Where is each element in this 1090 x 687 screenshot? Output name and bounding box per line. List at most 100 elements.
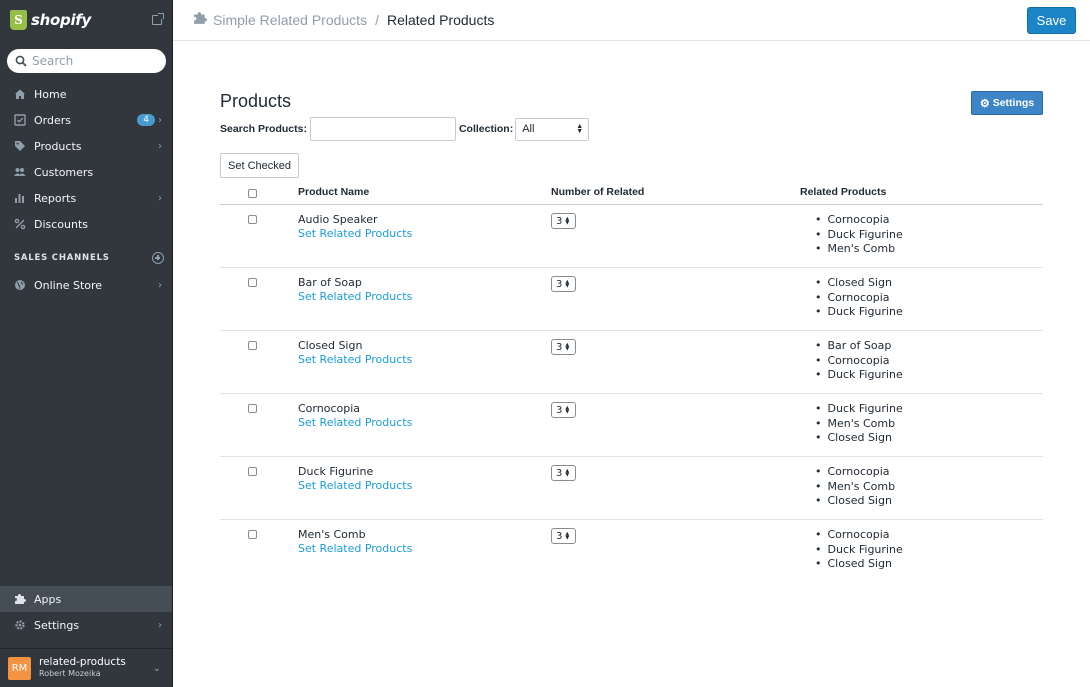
row-checkbox[interactable]: [248, 278, 257, 287]
number-related-value: 3: [556, 530, 563, 542]
column-header: Related Products: [800, 186, 887, 198]
discount-icon: [13, 218, 26, 231]
table-row: Audio Speaker Set Related Products 3 ▲ ▼ …: [220, 205, 1043, 268]
related-products-list: CornocopiaDuck FigurineClosed Sign: [815, 528, 903, 572]
row-checkbox[interactable]: [248, 467, 257, 476]
number-related-select[interactable]: 3 ▲ ▼: [551, 339, 576, 355]
set-related-products-link[interactable]: Set Related Products: [298, 227, 412, 240]
related-product-item: Cornocopia: [815, 465, 895, 480]
related-product-item: Duck Figurine: [815, 543, 903, 558]
related-product-item: Duck Figurine: [815, 305, 903, 320]
related-product-item: Men's Comb: [815, 242, 903, 257]
brand-logo[interactable]: shopify: [31, 11, 91, 29]
save-button[interactable]: Save: [1027, 7, 1076, 34]
nav-item-settings[interactable]: Settings ›: [0, 612, 172, 638]
chevron-down-icon: ⌄: [152, 662, 161, 674]
main-content: Products ⚙ Settings Search Products: Col…: [173, 41, 1090, 687]
related-products-list: Duck FigurineMen's CombClosed Sign: [815, 402, 903, 446]
nav-item-apps[interactable]: Apps: [0, 586, 172, 612]
table-row: Duck Figurine Set Related Products 3 ▲ ▼ …: [220, 457, 1043, 520]
gear-icon: ⚙: [979, 97, 990, 110]
nav-label: Online Store: [34, 278, 103, 292]
chevron-right-icon: ›: [158, 192, 162, 204]
number-related-value: 3: [556, 215, 563, 227]
select-all-checkbox[interactable]: [248, 189, 257, 198]
table-row: Bar of Soap Set Related Products 3 ▲▼ Cl…: [220, 268, 1043, 331]
related-product-item: Duck Figurine: [815, 368, 903, 383]
nav-item-home[interactable]: Home: [0, 81, 172, 107]
number-related-value: 3: [556, 467, 563, 479]
select-arrows-icon: ▲ ▼: [565, 279, 570, 289]
number-related-value: 3: [556, 404, 563, 416]
row-checkbox[interactable]: [248, 341, 257, 350]
column-header: Number of Related: [551, 186, 645, 198]
gear-icon: [13, 619, 26, 632]
table-header: Product Name Number of Related Related P…: [220, 182, 1043, 205]
number-related-value: 3: [556, 341, 563, 353]
nav-item-discounts[interactable]: Discounts: [0, 211, 172, 237]
related-product-item: Duck Figurine: [815, 228, 903, 243]
related-product-item: Men's Comb: [815, 417, 903, 432]
channels-nav: Online Store ›: [0, 272, 172, 298]
nav-item-customers[interactable]: Customers: [0, 159, 172, 185]
row-checkbox[interactable]: [248, 215, 257, 224]
shopify-bag-icon[interactable]: S: [10, 10, 27, 30]
nav-item-orders[interactable]: Orders 4 ›: [0, 107, 172, 133]
page-title: Products: [220, 91, 292, 111]
related-product-item: Closed Sign: [815, 557, 903, 572]
chevron-right-icon: ›: [158, 114, 162, 126]
nav-label: Settings: [34, 618, 80, 632]
related-product-item: Bar of Soap: [815, 339, 903, 354]
related-products-list: Closed SignCornocopiaDuck Figurine: [815, 276, 903, 320]
sales-channels-label: SALES CHANNELS: [14, 253, 110, 263]
number-related-select[interactable]: 3 ▲ ▼: [551, 276, 576, 292]
products-table: Product Name Number of Related Related P…: [220, 182, 1043, 583]
set-related-products-link[interactable]: Set Related Products: [298, 542, 412, 555]
row-checkbox[interactable]: [248, 404, 257, 413]
orders-count-badge: 4: [137, 114, 155, 126]
set-related-products-link[interactable]: Set Related Products: [298, 353, 412, 366]
search-icon: [15, 55, 27, 67]
search-products-input[interactable]: [309, 117, 456, 141]
main-nav: Home Orders 4 › Products › Customers Rep…: [0, 81, 172, 237]
chevron-right-icon: ›: [158, 279, 162, 291]
sidebar: S shopify Home Orders 4 ›: [0, 0, 173, 687]
breadcrumb-app[interactable]: Simple Related Products: [213, 12, 367, 28]
set-checked-button[interactable]: Set Checked: [220, 153, 299, 178]
chevron-right-icon: ›: [158, 140, 162, 152]
search-box[interactable]: [7, 49, 166, 73]
select-arrows-icon: ▲ ▼: [565, 405, 570, 415]
number-related-select[interactable]: 3 ▲ ▼: [551, 213, 576, 229]
add-channel-icon[interactable]: [152, 252, 164, 264]
number-related-value: 3: [556, 278, 563, 290]
table-row: Closed Sign Set Related Products 3 ▲▼ Ba…: [220, 331, 1043, 394]
nav-item-products[interactable]: Products ›: [0, 133, 172, 159]
row-checkbox[interactable]: [248, 530, 257, 539]
related-product-item: Cornocopia: [815, 354, 903, 369]
nav-item-online-store[interactable]: Online Store ›: [0, 272, 172, 298]
related-product-item: Closed Sign: [815, 431, 903, 446]
nav-item-reports[interactable]: Reports ›: [0, 185, 172, 211]
avatar: RM: [8, 656, 31, 680]
product-name: Men's Comb: [298, 528, 366, 541]
settings-button[interactable]: ⚙ Settings: [971, 91, 1043, 115]
external-link-icon[interactable]: [152, 13, 164, 25]
store-name: related-products: [39, 656, 126, 668]
product-name: Bar of Soap: [298, 276, 362, 289]
number-related-select[interactable]: 3 ▲ ▼: [551, 528, 576, 544]
product-name: Closed Sign: [298, 339, 363, 352]
collection-select[interactable]: All ▲ ▼: [515, 117, 590, 141]
number-related-select[interactable]: 3 ▲ ▼: [551, 465, 576, 481]
bar-chart-icon: [13, 192, 26, 205]
set-related-products-link[interactable]: Set Related Products: [298, 479, 412, 492]
number-related-select[interactable]: 3 ▲ ▼: [551, 402, 576, 418]
orders-icon: [13, 114, 26, 127]
search-input[interactable]: [32, 54, 152, 68]
set-related-products-link[interactable]: Set Related Products: [298, 416, 412, 429]
table-body: Audio Speaker Set Related Products 3 ▲ ▼ …: [220, 205, 1043, 583]
home-icon: [13, 88, 26, 101]
tag-icon: [13, 140, 26, 153]
set-related-products-link[interactable]: Set Related Products: [298, 290, 412, 303]
account-switcher[interactable]: RM related-products Robert Mozeika ⌄: [0, 648, 172, 687]
top-bar: Simple Related Products / Related Produc…: [173, 0, 1090, 41]
